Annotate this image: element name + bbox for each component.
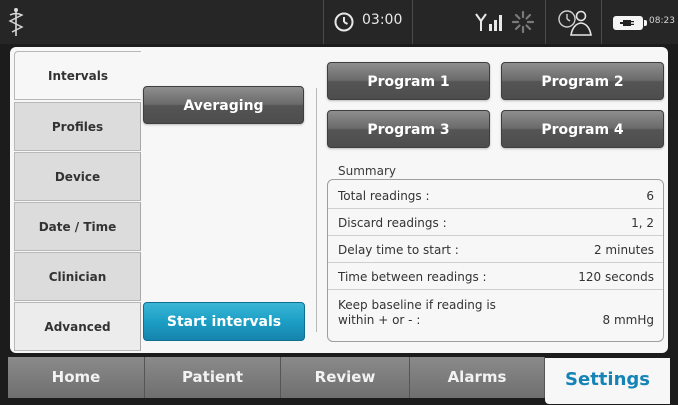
program-2-button[interactable]: Program 2 xyxy=(501,62,664,100)
sidebar-item-label: Advanced xyxy=(44,320,111,334)
sidebar-item-date-time[interactable]: Date / Time xyxy=(14,202,141,251)
summary-row-delay-time: Delay time to start : 2 minutes xyxy=(328,237,663,263)
sidebar-item-clinician[interactable]: Clinician xyxy=(14,252,141,301)
sidebar-item-profiles[interactable]: Profiles xyxy=(14,102,141,151)
averaging-button[interactable]: Averaging xyxy=(143,86,304,124)
tab-home[interactable]: Home xyxy=(8,357,145,398)
summary-label: Discard readings : xyxy=(338,216,447,230)
content-divider xyxy=(316,88,317,332)
sidebar-item-intervals[interactable]: Intervals xyxy=(14,51,141,100)
status-bar: 03:00 08:23 xyxy=(0,0,678,44)
status-time[interactable]: 03:00 xyxy=(362,12,402,28)
status-separator xyxy=(545,0,546,44)
summary-label: Delay time to start : xyxy=(338,243,459,257)
battery-plug-icon xyxy=(613,16,647,30)
bottom-nav: Home Patient Review Alarms Settings xyxy=(0,357,678,405)
start-intervals-button[interactable]: Start intervals xyxy=(143,302,305,341)
clock-icon[interactable] xyxy=(334,12,354,32)
sidebar-item-label: Date / Time xyxy=(38,220,117,234)
spinner-icon xyxy=(511,10,535,34)
summary-value: 120 seconds xyxy=(578,270,654,284)
summary-value: 6 xyxy=(646,189,654,203)
summary-value: 1, 2 xyxy=(631,216,654,230)
summary-value: 2 minutes xyxy=(593,243,654,257)
tab-review[interactable]: Review xyxy=(281,357,410,398)
caduceus-icon xyxy=(8,8,24,36)
clinician-icon[interactable] xyxy=(556,7,594,37)
summary-row-keep-baseline: Keep baseline if reading is within + or … xyxy=(328,296,663,340)
sidebar-item-label: Device xyxy=(54,170,101,184)
program-3-button[interactable]: Program 3 xyxy=(327,110,490,148)
program-4-button[interactable]: Program 4 xyxy=(501,110,664,148)
summary-row-total-readings: Total readings : 6 xyxy=(328,183,663,209)
status-separator xyxy=(323,0,324,44)
summary-label: Total readings : xyxy=(338,189,430,203)
status-separator xyxy=(412,0,413,44)
summary-row-discard-readings: Discard readings : 1, 2 xyxy=(328,210,663,236)
tab-settings[interactable]: Settings xyxy=(545,358,670,404)
status-separator xyxy=(601,0,602,44)
summary-value: 8 mmHg xyxy=(602,313,654,327)
sidebar-item-label: Profiles xyxy=(51,120,104,134)
summary-label: Keep baseline if reading is within + or … xyxy=(338,298,496,327)
summary-label: Time between readings : xyxy=(338,270,487,284)
summary-title: Summary xyxy=(338,164,396,178)
battery-time: 08:23 xyxy=(649,16,675,26)
tab-alarms[interactable]: Alarms xyxy=(410,357,545,398)
program-1-button[interactable]: Program 1 xyxy=(327,62,490,100)
sidebar-item-label: Intervals xyxy=(48,69,108,83)
tab-patient[interactable]: Patient xyxy=(145,357,281,398)
summary-box: Total readings : 6 Discard readings : 1,… xyxy=(327,179,664,342)
sidebar-item-device[interactable]: Device xyxy=(14,152,141,201)
summary-row-time-between: Time between readings : 120 seconds xyxy=(328,264,663,290)
sidebar-item-advanced[interactable]: Advanced xyxy=(14,302,141,351)
antenna-signal-icon xyxy=(475,13,502,31)
sidebar-item-label: Clinician xyxy=(48,270,107,284)
